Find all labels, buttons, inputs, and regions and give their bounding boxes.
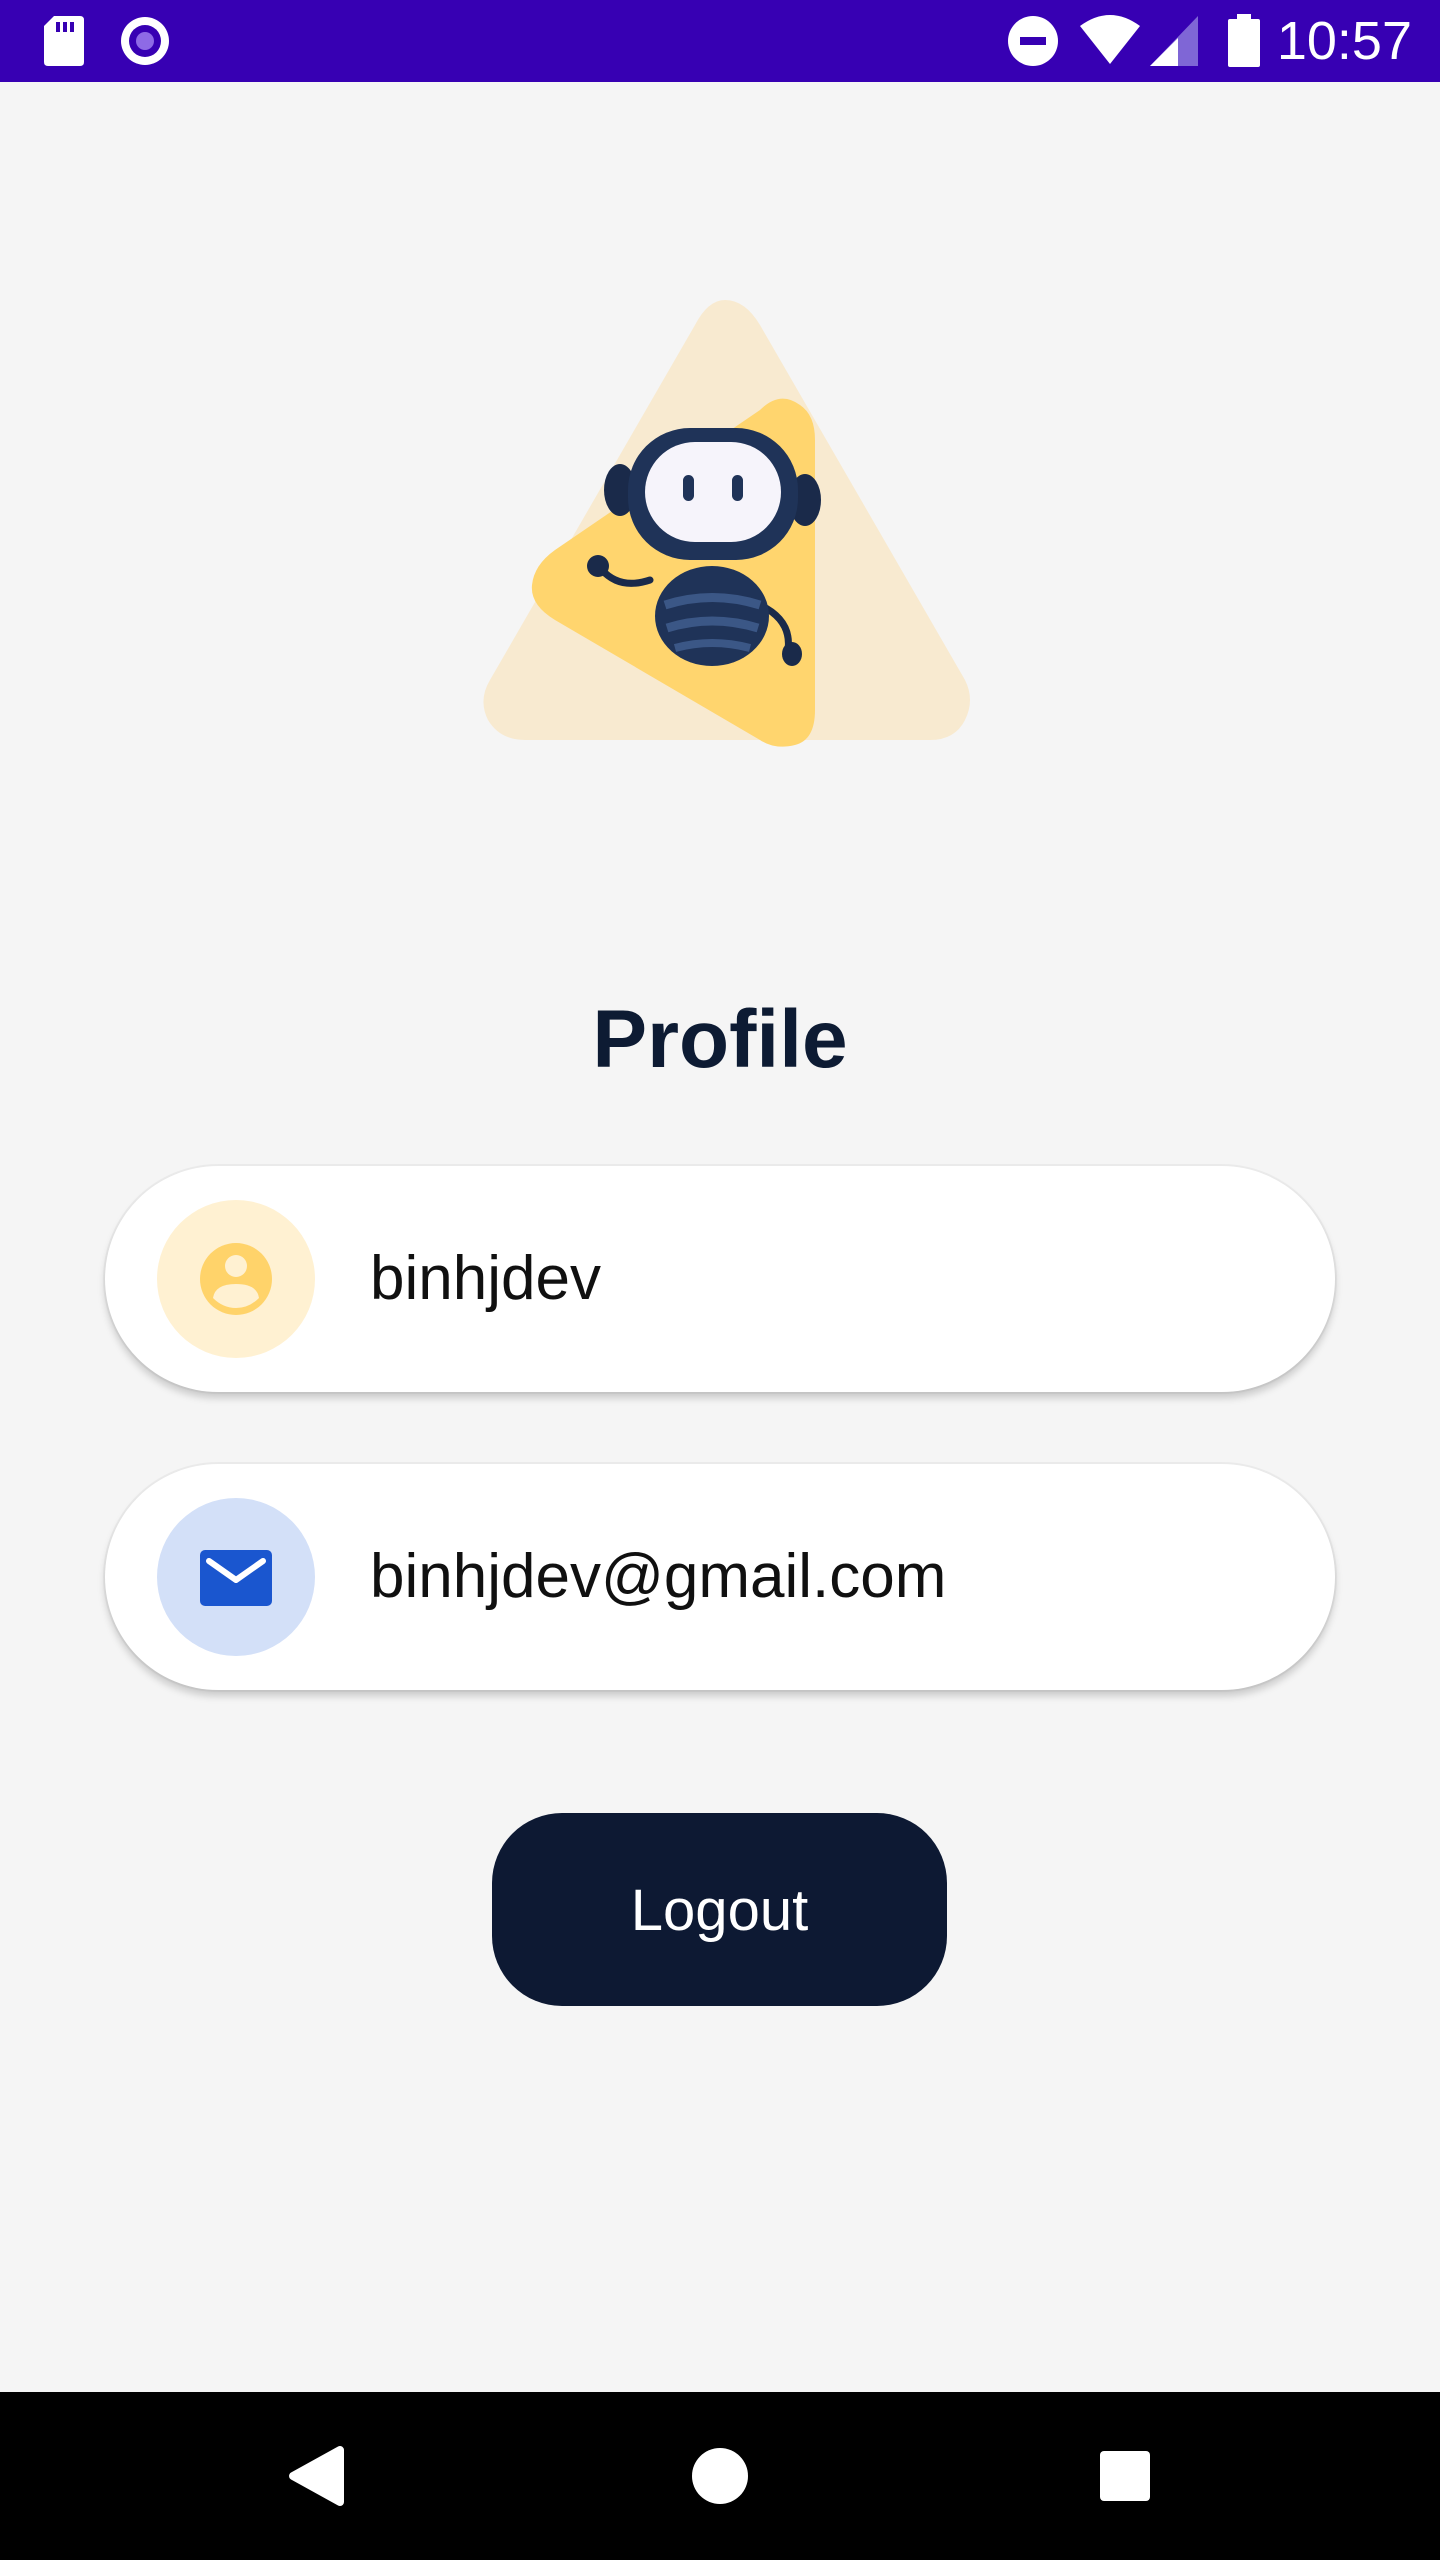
do-not-disturb-icon: [1008, 16, 1058, 66]
circle-notification-icon: [121, 17, 169, 65]
email-value: binhjdev@gmail.com: [370, 1542, 947, 1611]
sd-card-icon: [44, 16, 84, 66]
status-time: 10:57: [1276, 11, 1412, 71]
cell-signal-icon: [1150, 16, 1198, 66]
user-avatar: [157, 1200, 315, 1358]
back-button[interactable]: [215, 2392, 415, 2560]
email-card: binhjdev@gmail.com: [105, 1464, 1335, 1690]
recents-button[interactable]: [1025, 2392, 1225, 2560]
wifi-icon: [1080, 15, 1140, 64]
navigation-bar: [0, 2392, 1440, 2560]
home-button[interactable]: [620, 2392, 820, 2560]
email-avatar: [157, 1498, 315, 1656]
back-icon: [289, 2446, 344, 2506]
logout-button[interactable]: Logout: [492, 1813, 947, 2006]
recents-icon: [1100, 2451, 1150, 2501]
profile-screen: 10:57 Profile binhjdev binhjdev@gmail.co…: [0, 0, 1440, 2560]
mail-icon: [200, 1550, 272, 1606]
battery-icon: [1228, 14, 1260, 67]
username-card: binhjdev: [105, 1166, 1335, 1392]
user-icon: [200, 1243, 272, 1315]
home-icon: [692, 2448, 748, 2504]
page-title: Profile: [592, 994, 848, 1085]
username-value: binhjdev: [370, 1244, 601, 1313]
status-bar: 10:57: [0, 0, 1440, 82]
robot-icon: [483, 300, 970, 747]
